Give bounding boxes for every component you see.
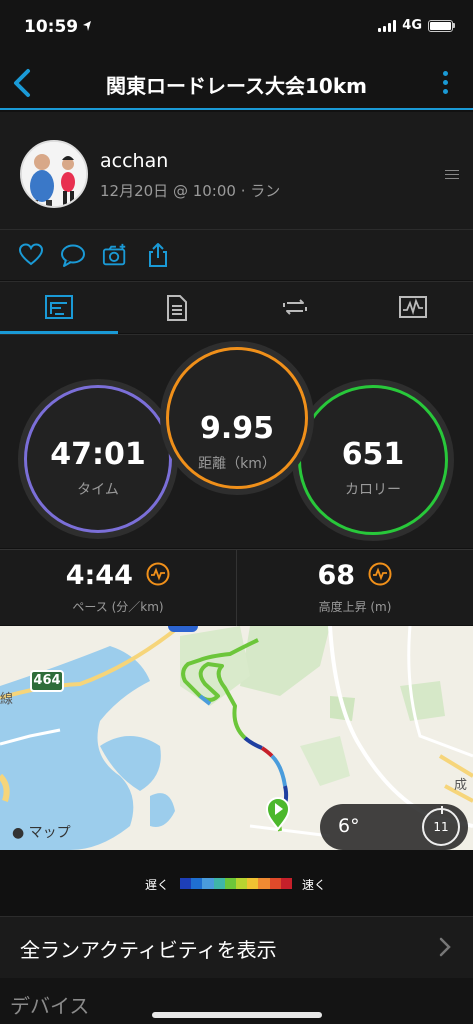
add-photo-icon[interactable] [102, 242, 128, 268]
more-options-button[interactable] [439, 68, 451, 100]
network-type: 4G [402, 18, 422, 33]
status-time: 10:59 [24, 17, 79, 37]
pace-color-swatch [247, 878, 259, 889]
laps-tab-icon [283, 299, 307, 315]
apple-logo-icon: ● [12, 825, 25, 841]
stats-tab-icon [45, 295, 73, 319]
wind-compass-icon: 11 [422, 806, 460, 846]
pace-color-swatch [213, 878, 225, 889]
avatar[interactable] [20, 140, 88, 208]
pace-color-swatch [202, 878, 214, 889]
social-actions [0, 230, 473, 280]
location-arrow-icon [83, 21, 91, 31]
all-runs-label: 全ランアクティビティを表示 [20, 938, 277, 962]
chart-tab-icon [399, 296, 427, 318]
tab-details[interactable] [118, 282, 236, 334]
drag-handle-icon [445, 170, 459, 182]
legend-slow: 遅く [145, 878, 170, 892]
all-runs-row[interactable]: 全ランアクティビティを表示 [0, 916, 473, 978]
nav-bar: 関東ロードレース大会10km [0, 58, 473, 110]
activity-date: 12月20日 @ 10:00 · ラン [100, 182, 281, 200]
elevation-label: 高度上昇 (m) [318, 600, 392, 614]
calorie-value: 651 [341, 437, 405, 472]
pace-color-swatch [280, 878, 293, 889]
map-attribution: マップ [28, 825, 71, 841]
activity-tabs [0, 281, 473, 334]
chevron-right-icon [439, 937, 451, 957]
pace-color-swatch [180, 878, 192, 889]
metrics-row: 4:44 ペース (分／km) 68 高度上昇 (m) [0, 549, 473, 626]
wind-speed: 11 [433, 820, 449, 834]
page-title: 関東ロードレース大会10km [106, 74, 367, 98]
pace-color-swatch [269, 878, 281, 889]
map-place-label: 成 [454, 778, 468, 793]
pace-metric[interactable]: 4:44 ペース (分／km) [0, 550, 236, 626]
calorie-ring: 651 カロリー [292, 379, 454, 541]
pace-label: ペース (分／km) [72, 600, 164, 614]
activity-header: acchan 12月20日 @ 10:00 · ラン [0, 112, 473, 230]
distance-label: 距離（km） [198, 456, 276, 472]
stats-rings: 47:01 タイム 651 カロリー 9.95 距離（km） [0, 334, 473, 548]
comment-icon[interactable] [60, 242, 86, 268]
pace-color-swatch [236, 878, 248, 889]
user-name: acchan [100, 150, 169, 172]
route-map[interactable]: 464 線 成 ● マップ 6° 11 [0, 626, 473, 850]
signal-icon [378, 19, 397, 32]
home-indicator[interactable] [152, 1012, 322, 1018]
pace-value: 4:44 [65, 560, 133, 591]
status-indicators: 4G [378, 18, 455, 33]
pace-color-swatch [224, 878, 237, 889]
pace-color-swatch [258, 878, 270, 889]
tab-charts[interactable] [354, 282, 472, 334]
start-marker-icon [265, 797, 291, 830]
map-place-label: 線 [0, 692, 14, 707]
time-label: タイム [77, 482, 119, 498]
time-value: 47:01 [50, 437, 146, 472]
pace-color-scale [180, 878, 293, 889]
legend-fast: 速く [302, 878, 327, 892]
like-heart-icon[interactable] [18, 242, 44, 268]
devices-heading: デバイス [10, 994, 90, 1018]
elevation-value: 68 [317, 560, 356, 591]
temperature: 6° [338, 815, 360, 837]
pace-color-swatch [191, 878, 203, 889]
elevation-metric[interactable]: 68 高度上昇 (m) [237, 550, 473, 626]
distance-ring: 9.95 距離（km） [160, 341, 314, 495]
weather-badge: 6° 11 [320, 804, 468, 850]
elevation-detail-icon [368, 562, 392, 586]
tab-laps[interactable] [236, 282, 354, 334]
calorie-label: カロリー [345, 482, 401, 498]
distance-value: 9.95 [199, 411, 275, 446]
document-tab-icon [167, 295, 187, 321]
pace-legend: 遅く 速く [0, 850, 473, 922]
route-shield: 464 [30, 670, 64, 692]
battery-icon [428, 19, 455, 32]
status-bar: 10:59 4G [0, 0, 473, 58]
back-button[interactable] [8, 66, 38, 100]
time-ring: 47:01 タイム [18, 379, 178, 539]
pace-detail-icon [146, 562, 170, 586]
tab-stats[interactable] [0, 282, 118, 334]
share-icon[interactable] [145, 242, 171, 268]
